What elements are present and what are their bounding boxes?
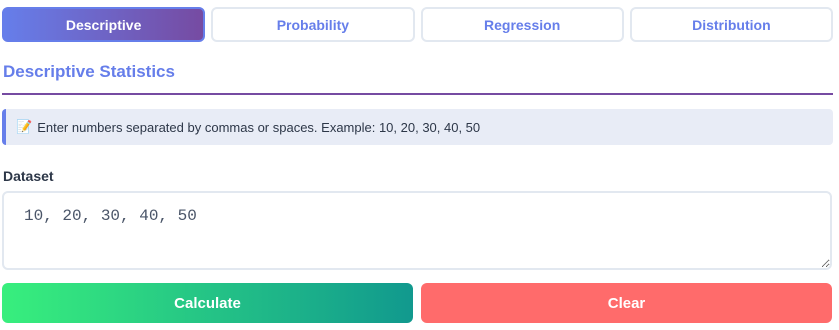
- hint-text: Enter numbers separated by commas or spa…: [37, 119, 481, 135]
- tab-bar: Descriptive Probability Regression Distr…: [2, 7, 833, 43]
- clear-button[interactable]: Clear: [421, 283, 832, 323]
- info-hint: 📝 Enter numbers separated by commas or s…: [2, 109, 833, 145]
- tab-descriptive[interactable]: Descriptive: [2, 7, 206, 42]
- tab-probability[interactable]: Probability: [211, 7, 415, 42]
- section-title: Descriptive Statistics: [3, 62, 175, 81]
- dataset-input[interactable]: 10, 20, 30, 40, 50: [2, 191, 832, 270]
- title-divider: [2, 93, 833, 95]
- calculate-button[interactable]: Calculate: [2, 283, 413, 323]
- memo-icon: 📝: [16, 119, 33, 134]
- tab-distribution[interactable]: Distribution: [629, 7, 833, 42]
- tab-regression[interactable]: Regression: [420, 7, 624, 42]
- dataset-label: Dataset: [3, 168, 54, 184]
